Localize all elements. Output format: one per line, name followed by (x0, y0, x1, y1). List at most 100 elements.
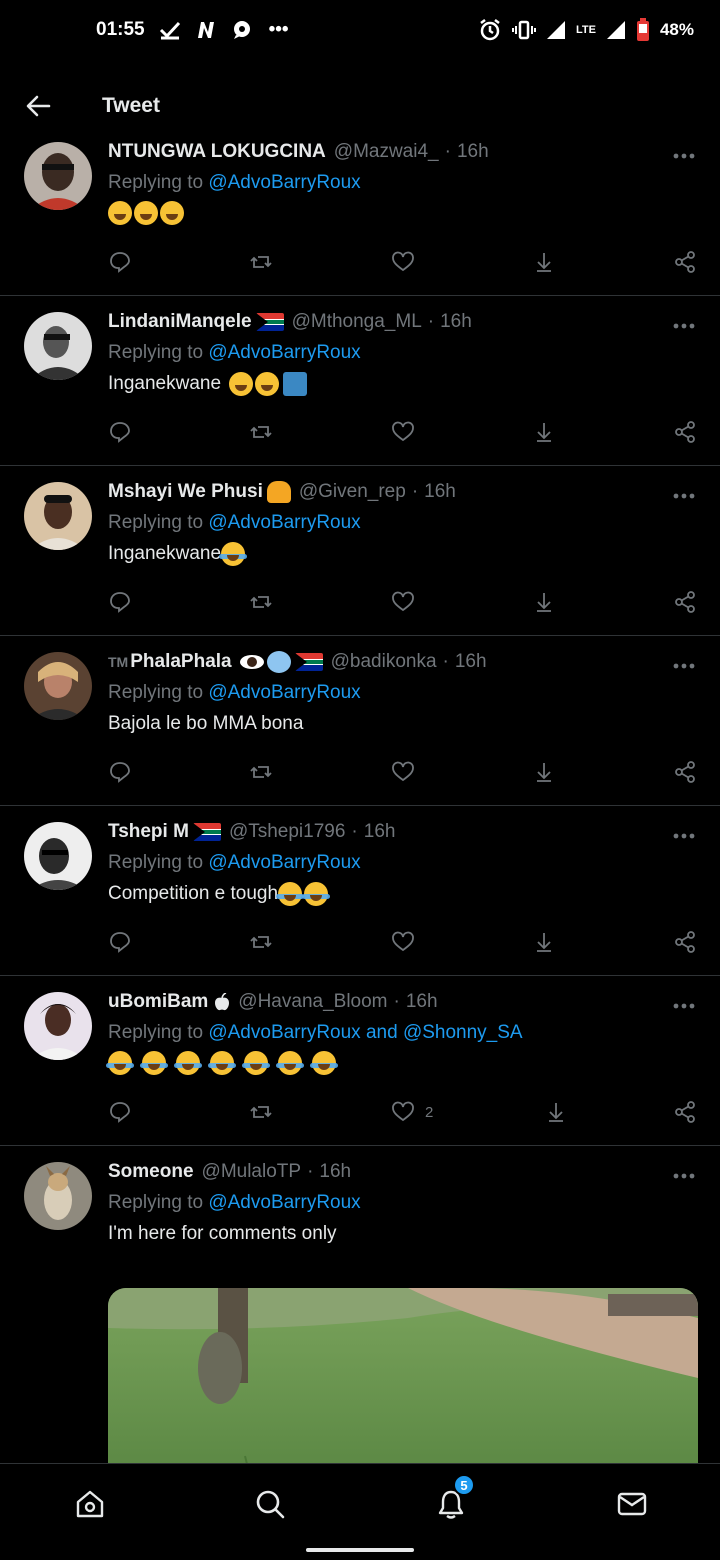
retweet-button[interactable] (249, 584, 273, 620)
tweet-media-image[interactable] (108, 1288, 698, 1463)
retweet-button[interactable] (249, 754, 273, 790)
mention-link[interactable]: @AdvoBarryRoux (208, 342, 360, 363)
timestamp[interactable]: 16h (455, 649, 487, 675)
nav-home[interactable] (68, 1482, 112, 1526)
reply-button[interactable] (108, 1094, 132, 1130)
timestamp[interactable]: 16h (457, 139, 489, 165)
avatar[interactable] (24, 652, 92, 720)
display-name[interactable]: LindaniManqele (108, 309, 252, 335)
joy-emoji (219, 542, 248, 566)
sob-emoji (276, 882, 305, 906)
share-button[interactable] (673, 584, 697, 620)
reply-button[interactable] (108, 244, 132, 280)
display-name[interactable]: uBomiBam (108, 989, 208, 1015)
retweet-button[interactable] (249, 414, 273, 450)
avatar[interactable] (24, 312, 92, 380)
mention-link[interactable]: @Shonny_SA (403, 1022, 523, 1043)
tweet-actions (108, 414, 708, 450)
nav-notifications[interactable]: 5 (429, 1474, 475, 1526)
more-options-icon[interactable] (668, 826, 700, 846)
like-button[interactable] (391, 924, 415, 960)
replying-to-label: Replying to (108, 172, 204, 193)
reply-button[interactable] (108, 924, 132, 960)
handle[interactable]: @Tshepi1796 (229, 819, 345, 845)
more-options-icon[interactable] (668, 996, 700, 1016)
avatar[interactable] (24, 822, 92, 890)
more-options-icon[interactable] (668, 1166, 700, 1186)
reply-button[interactable] (108, 754, 132, 790)
reply-tweet[interactable]: LindaniManqele @Mthonga_ML · 16h Replyin… (0, 296, 720, 466)
heart-icon (392, 251, 414, 272)
handle[interactable]: @badikonka (331, 649, 437, 675)
more-options-icon[interactable] (668, 146, 700, 166)
avatar[interactable] (24, 142, 92, 210)
display-name[interactable]: NTUNGWA LOKUGCINA (108, 139, 326, 165)
reply-feed[interactable]: NTUNGWA LOKUGCINA @Mazwai4_ · 16h Replyi… (0, 126, 720, 1463)
more-options-icon[interactable] (668, 486, 700, 506)
share-button[interactable] (673, 1094, 697, 1130)
mention-link[interactable]: @AdvoBarryRoux (208, 1192, 360, 1213)
timestamp[interactable]: 16h (406, 989, 438, 1015)
like-button[interactable] (391, 244, 415, 280)
display-name[interactable]: Tshepi M (108, 819, 189, 845)
reply-tweet[interactable]: NTUNGWA LOKUGCINA @Mazwai4_ · 16h Replyi… (0, 126, 720, 296)
handle[interactable]: @Havana_Bloom (238, 989, 387, 1015)
download-button[interactable] (544, 1094, 568, 1130)
reply-tweet[interactable]: Mshayi We Phusi @Given_rep · 16h Replyin… (0, 466, 720, 636)
share-button[interactable] (673, 924, 697, 960)
download-button[interactable] (532, 244, 556, 280)
avatar[interactable] (24, 482, 92, 550)
avatar[interactable] (24, 992, 92, 1060)
download-button[interactable] (532, 924, 556, 960)
display-name[interactable]: Mshayi We Phusi (108, 479, 263, 505)
like-button[interactable]: 2 (391, 1094, 433, 1130)
display-name[interactable]: Someone (108, 1159, 194, 1185)
mention-link[interactable]: @AdvoBarryRoux (208, 682, 360, 703)
download-button[interactable] (532, 754, 556, 790)
retweet-button[interactable] (249, 1094, 273, 1130)
timestamp[interactable]: 16h (319, 1159, 351, 1185)
reply-button[interactable] (108, 584, 132, 620)
timestamp[interactable]: 16h (364, 819, 396, 845)
nav-search[interactable] (248, 1482, 292, 1526)
share-button[interactable] (673, 754, 697, 790)
nav-messages[interactable] (610, 1482, 654, 1526)
like-button[interactable] (391, 584, 415, 620)
reply-button[interactable] (108, 414, 132, 450)
like-button[interactable] (391, 414, 415, 450)
avatar[interactable] (24, 1162, 92, 1230)
heart-icon (392, 1101, 414, 1122)
download-button[interactable] (532, 414, 556, 450)
handle[interactable]: @Mazwai4_ (334, 139, 439, 165)
handle[interactable]: @Mthonga_ML (292, 309, 422, 335)
heart-icon (392, 761, 414, 782)
arrow-down-icon (549, 1103, 563, 1122)
joy-emoji (174, 1051, 202, 1075)
reply-tweet[interactable]: Tshepi M @Tshepi1796 · 16h Replying to @… (0, 806, 720, 976)
like-button[interactable] (391, 754, 415, 790)
display-name[interactable]: PhalaPhala (130, 649, 231, 675)
more-options-icon[interactable] (668, 316, 700, 336)
handle[interactable]: @Given_rep (299, 479, 406, 505)
more-options-icon[interactable] (668, 656, 700, 676)
mention-link[interactable]: @AdvoBarryRoux (208, 172, 360, 193)
reply-tweet[interactable]: Someone @MulaloTP · 16h Replying to @Adv… (0, 1146, 720, 1463)
reply-tweet[interactable]: uBomiBam @Havana_Bloom · 16h Replying to… (0, 976, 720, 1146)
mention-link[interactable]: @AdvoBarryRoux (208, 512, 360, 533)
share-button[interactable] (673, 244, 697, 280)
mention-link[interactable]: @AdvoBarryRoux (208, 852, 360, 873)
timestamp[interactable]: 16h (424, 479, 456, 505)
retweet-button[interactable] (249, 244, 273, 280)
tweet-text-content: I'm here for comments only (108, 1223, 337, 1244)
download-button[interactable] (532, 584, 556, 620)
handle[interactable]: @MulaloTP (202, 1159, 302, 1185)
mention-link[interactable]: @AdvoBarryRoux (208, 1022, 360, 1043)
retweet-button[interactable] (249, 924, 273, 960)
timestamp[interactable]: 16h (440, 309, 472, 335)
replying-to: Replying to @AdvoBarryRoux (108, 170, 668, 196)
reply-tweet[interactable]: TM PhalaPhala @badikonka · 16h Replying … (0, 636, 720, 806)
arrow-left-icon (26, 95, 51, 117)
gesture-home-bar[interactable] (306, 1548, 414, 1552)
share-button[interactable] (673, 414, 697, 450)
replying-to-label: Replying to (108, 682, 204, 703)
